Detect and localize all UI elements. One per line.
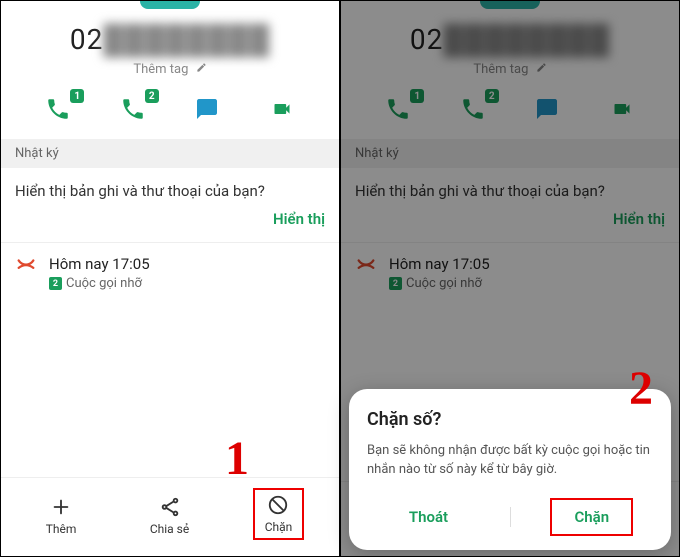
avatar	[480, 1, 540, 9]
call-log-row: Hôm nay 17:05 2 Cuộc gọi nhỡ	[341, 243, 679, 303]
message-button	[527, 95, 567, 123]
phone-blurred: ████████	[443, 23, 610, 56]
call-sim1-button[interactable]: 1	[38, 95, 78, 123]
phone-icon	[120, 96, 146, 122]
log-entry-title: Hôm nay 17:05	[389, 255, 665, 273]
video-icon	[268, 99, 296, 119]
share-label: Chia sẻ	[150, 522, 189, 536]
block-button[interactable]: Chặn	[253, 488, 305, 540]
share-button[interactable]: Chia sẻ	[140, 492, 199, 540]
voicemail-show-button[interactable]: Hiển thị	[15, 210, 325, 228]
block-label: Chặn	[265, 520, 293, 534]
screen-2: 02████████ Thêm tag 1 2 Nhật ký	[340, 0, 680, 557]
block-confirm-dialog: Chặn số? Bạn sẽ không nhận được bất kỳ c…	[349, 389, 671, 550]
log-section-label: Nhật ký	[1, 139, 339, 168]
phone-number: 02████████	[1, 23, 339, 56]
phone-number: 02████████	[341, 23, 679, 56]
video-icon	[608, 99, 636, 119]
contact-actions-row: 1 2	[341, 77, 679, 139]
dialog-body: Bạn sẽ không nhận được bất kỳ cuộc gọi h…	[367, 442, 653, 480]
dialog-separator	[510, 507, 511, 527]
log-entry-subtitle: Cuộc gọi nhỡ	[406, 276, 482, 291]
sim-badge-2: 2	[145, 89, 159, 103]
screen-1: 02████████ Thêm tag 1 2 Nhật ký	[0, 0, 340, 557]
add-tag: Thêm tag	[341, 62, 679, 77]
call-log-row[interactable]: Hôm nay 17:05 2 Cuộc gọi nhỡ	[1, 243, 339, 303]
add-button[interactable]: Thêm	[36, 492, 87, 540]
voicemail-prompt-text: Hiển thị bản ghi và thư thoại của bạn?	[15, 182, 325, 200]
phone-icon	[385, 96, 411, 122]
voicemail-prompt-card: Hiển thị bản ghi và thư thoại của bạn? H…	[341, 168, 679, 243]
sim-badge-2: 2	[485, 89, 499, 103]
call-sim1-button: 1	[378, 95, 418, 123]
message-button[interactable]	[187, 95, 227, 123]
log-sim-badge: 2	[49, 277, 62, 290]
sim-badge-1: 1	[410, 89, 424, 103]
phone-icon	[460, 96, 486, 122]
block-icon	[267, 494, 289, 516]
dialog-cancel-button[interactable]: Thoát	[387, 500, 470, 534]
add-tag-label: Thêm tag	[473, 62, 528, 77]
phone-blurred: ████████	[103, 23, 270, 56]
dialog-confirm-button[interactable]: Chặn	[550, 498, 633, 536]
contact-actions-row: 1 2	[1, 77, 339, 139]
edit-icon	[196, 62, 207, 77]
edit-icon	[536, 62, 547, 77]
add-label: Thêm	[46, 522, 77, 536]
voicemail-prompt-text: Hiển thị bản ghi và thư thoại của bạn?	[355, 182, 665, 200]
missed-call-icon	[15, 255, 37, 281]
log-entry-subtitle: Cuộc gọi nhỡ	[66, 276, 142, 291]
avatar	[140, 1, 200, 9]
voicemail-show-button: Hiển thị	[355, 210, 665, 228]
add-tag[interactable]: Thêm tag	[1, 62, 339, 77]
voicemail-prompt-card: Hiển thị bản ghi và thư thoại của bạn? H…	[1, 168, 339, 243]
call-sim2-button[interactable]: 2	[113, 95, 153, 123]
phone-prefix: 02	[410, 23, 443, 56]
phone-prefix: 02	[70, 23, 103, 56]
call-sim2-button: 2	[453, 95, 493, 123]
share-icon	[159, 496, 181, 518]
message-icon	[194, 97, 220, 121]
dialog-title: Chặn số?	[367, 409, 653, 430]
plus-icon	[50, 496, 72, 518]
log-section-label: Nhật ký	[341, 139, 679, 168]
message-icon	[534, 97, 560, 121]
log-sim-badge: 2	[389, 277, 402, 290]
missed-call-icon	[355, 255, 377, 281]
log-entry-title: Hôm nay 17:05	[49, 255, 325, 273]
video-call-button[interactable]	[262, 95, 302, 123]
phone-icon	[45, 96, 71, 122]
add-tag-label: Thêm tag	[133, 62, 188, 77]
bottom-action-bar: Thêm Chia sẻ Chặn	[1, 477, 339, 556]
sim-badge-1: 1	[70, 89, 84, 103]
video-call-button	[602, 95, 642, 123]
